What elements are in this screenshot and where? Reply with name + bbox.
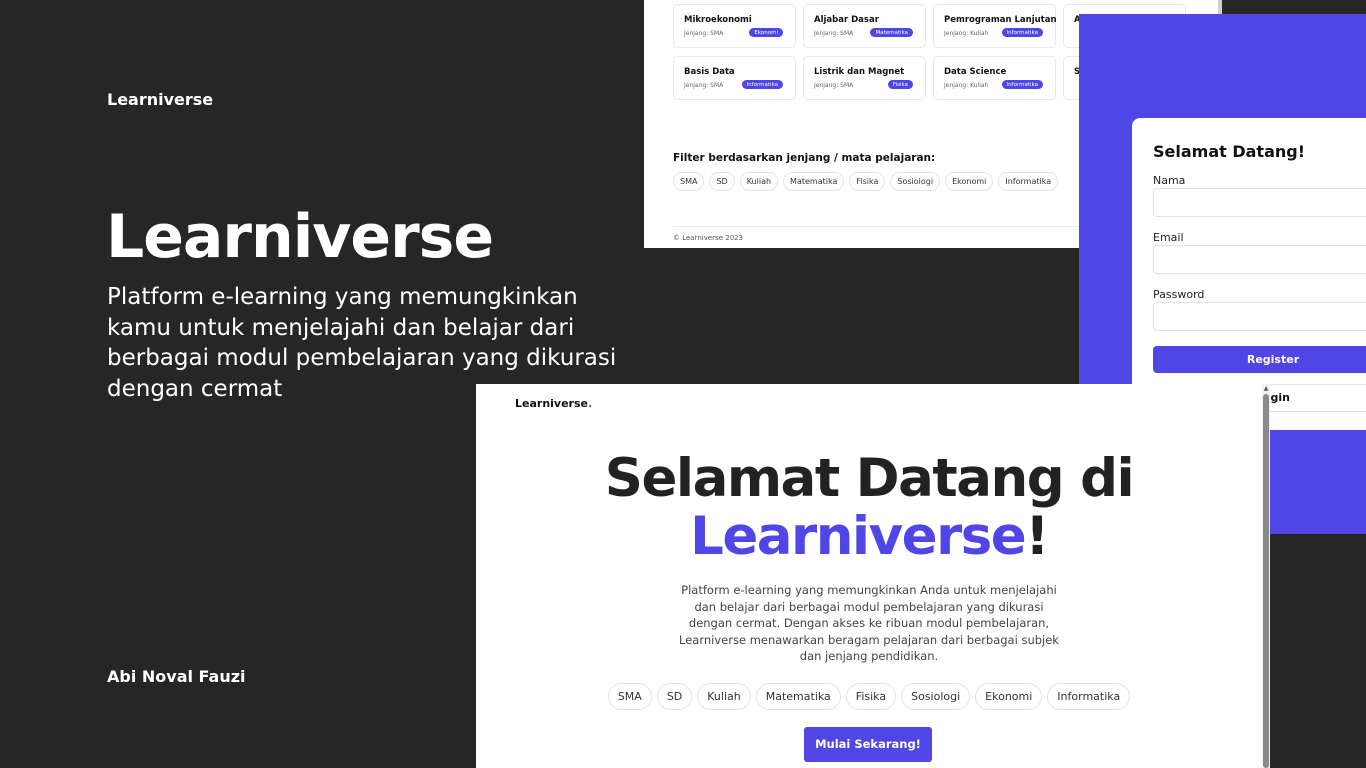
- filter-pill-sosiologi[interactable]: Sosiologi: [890, 172, 941, 191]
- filter-pill-matematika[interactable]: Matematika: [783, 172, 845, 191]
- pill-sma[interactable]: SMA: [607, 683, 652, 710]
- module-level: Jenjang: SMA: [814, 30, 854, 37]
- module-card[interactable]: Pemrograman Lanjutan Jenjang: Kuliah Inf…: [933, 4, 1057, 48]
- name-label: Nama: [1153, 174, 1186, 187]
- module-title: Aljabar Dasar: [814, 15, 879, 25]
- landing-screenshot: Learniverse. Selamat Datang di Learniver…: [476, 384, 1270, 768]
- heading-line1: Selamat Datang di: [604, 448, 1135, 509]
- heading-accent: Learniverse: [690, 506, 1027, 567]
- pill-informatika[interactable]: Informatika: [1047, 683, 1131, 710]
- module-level: Jenjang: Kuliah: [944, 82, 989, 89]
- module-card[interactable]: Listrik dan Magnet Jenjang: SMA Fisika: [803, 56, 926, 100]
- module-badge: Fisika: [887, 80, 913, 89]
- landing-description: Platform e-learning yang memungkinkan An…: [679, 583, 1059, 663]
- pill-kuliah[interactable]: Kuliah: [697, 683, 751, 710]
- module-badge: Informatika: [1001, 80, 1043, 89]
- pill-matematika[interactable]: Matematika: [755, 683, 841, 710]
- register-button[interactable]: Register: [1153, 346, 1366, 373]
- filter-pill-ekonomi[interactable]: Ekonomi: [945, 172, 994, 191]
- nav-logo-text: Learniverse: [515, 397, 588, 410]
- pill-ekonomi[interactable]: Ekonomi: [975, 683, 1043, 710]
- start-now-button[interactable]: Mulai Sekarang!: [804, 727, 932, 762]
- password-label: Password: [1153, 288, 1205, 301]
- module-badge: Informatika: [741, 80, 783, 89]
- module-badge: Informatika: [1001, 28, 1043, 37]
- filter-pill-sd[interactable]: SD: [709, 172, 735, 191]
- module-title: Basis Data: [684, 67, 735, 77]
- landing-heading: Selamat Datang di Learniverse!: [476, 450, 1262, 566]
- pill-sosiologi[interactable]: Sosiologi: [901, 683, 971, 710]
- module-title: Data Science: [944, 67, 1007, 77]
- pill-sd[interactable]: SD: [656, 683, 693, 710]
- module-title: Listrik dan Magnet: [814, 67, 905, 77]
- category-pills: SMA SD Kuliah Matematika Fisika Sosiolog…: [476, 683, 1262, 710]
- email-label: Email: [1153, 231, 1184, 244]
- author-name: Abi Noval Fauzi: [107, 667, 246, 686]
- name-field[interactable]: [1153, 188, 1366, 217]
- heading-end: !: [1025, 506, 1049, 567]
- footer-copyright: © Learniverse 2023: [673, 234, 744, 242]
- nav-logo-dot: .: [587, 397, 593, 410]
- password-field[interactable]: [1153, 302, 1366, 331]
- pill-fisika[interactable]: Fisika: [845, 683, 897, 710]
- module-level: Jenjang: SMA: [684, 30, 724, 37]
- module-level: Jenjang: SMA: [814, 82, 854, 89]
- module-card[interactable]: Aljabar Dasar Jenjang: SMA Matematika: [803, 4, 926, 48]
- module-badge: Ekonomi: [749, 28, 783, 37]
- module-level: Jenjang: Kuliah: [944, 30, 989, 37]
- scrollbar-thumb[interactable]: [1263, 394, 1269, 768]
- module-card[interactable]: Mikroekonomi Jenjang: SMA Ekonomi: [673, 4, 796, 48]
- filter-pill-fisika[interactable]: Fisika: [849, 172, 886, 191]
- nav-logo[interactable]: Learniverse.: [515, 397, 592, 410]
- scroll-up-icon[interactable]: ▲: [1263, 386, 1269, 392]
- filter-pill-kuliah[interactable]: Kuliah: [739, 172, 779, 191]
- module-card[interactable]: Data Science Jenjang: Kuliah Informatika: [933, 56, 1056, 100]
- register-title: Selamat Datang!: [1153, 142, 1306, 161]
- module-badge: Matematika: [870, 28, 913, 37]
- scrollbar[interactable]: ▲: [1262, 384, 1270, 768]
- module-card[interactable]: Basis Data Jenjang: SMA Informatika: [673, 56, 796, 100]
- filter-pills: SMA SD Kuliah Matematika Fisika Sosiolog…: [673, 172, 1059, 191]
- hero-title: Learniverse: [106, 202, 494, 272]
- email-field[interactable]: [1153, 245, 1366, 274]
- module-level: Jenjang: SMA: [684, 82, 724, 89]
- filter-pill-sma[interactable]: SMA: [673, 172, 705, 191]
- filter-heading: Filter berdasarkan jenjang / mata pelaja…: [673, 152, 936, 164]
- module-title: Mikroekonomi: [684, 15, 752, 25]
- brand-logo: Learniverse: [107, 90, 214, 109]
- filter-pill-informatika[interactable]: Informatika: [998, 172, 1059, 191]
- module-title: Pemrograman Lanjutan: [944, 15, 1057, 25]
